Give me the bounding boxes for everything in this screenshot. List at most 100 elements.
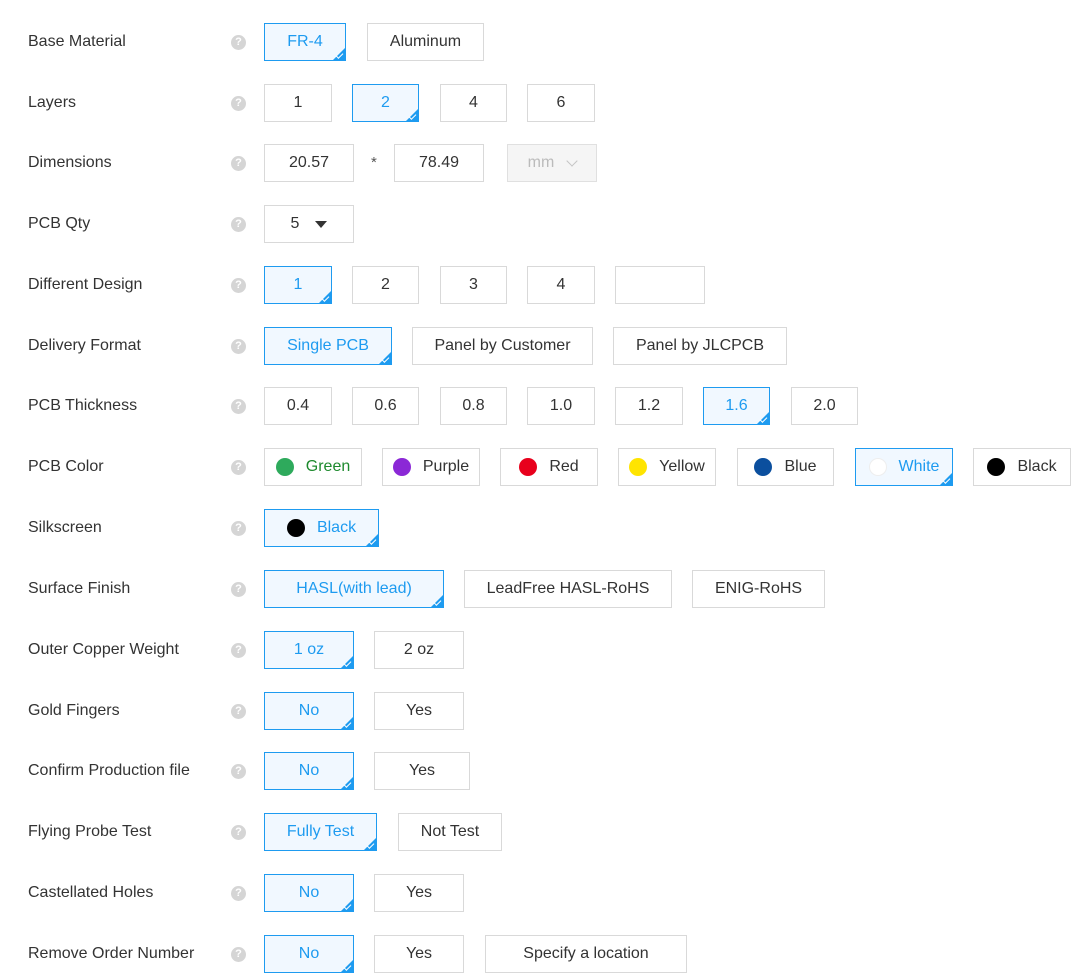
confirm-production-file-option-no[interactable]: No: [264, 752, 354, 790]
layers-option-1[interactable]: 1: [264, 84, 332, 122]
pcb-thickness-option-1-6[interactable]: 1.6: [703, 387, 770, 425]
row-pcb-color: PCB Color ? Green Purple Red Yellow Blue…: [0, 447, 1089, 487]
different-design-option-3[interactable]: 3: [440, 266, 507, 304]
pcb-thickness-label: PCB Thickness: [28, 397, 138, 414]
help-icon[interactable]: ?: [231, 399, 246, 414]
different-design-option-2[interactable]: 2: [352, 266, 419, 304]
pcb-color-option-purple[interactable]: Purple: [382, 448, 480, 486]
row-confirm-production-file: Confirm Production file ? No Yes: [0, 751, 1089, 791]
help-icon[interactable]: ?: [231, 156, 246, 171]
pcb-color-option-yellow[interactable]: Yellow: [618, 448, 716, 486]
help-icon[interactable]: ?: [231, 704, 246, 719]
gold-fingers-label: Gold Fingers: [28, 702, 120, 719]
pcb-color-yellow-label: Yellow: [659, 458, 705, 475]
caret-down-icon: [315, 220, 328, 228]
pcb-qty-select[interactable]: 5: [264, 205, 354, 243]
delivery-format-option-panel-by-customer[interactable]: Panel by Customer: [412, 327, 593, 365]
outer-copper-weight-option-2oz[interactable]: 2 oz: [374, 631, 464, 669]
dimension-unit-value: mm: [527, 154, 555, 171]
layers-option-6[interactable]: 6: [527, 84, 595, 122]
dimension-height-input[interactable]: 78.49: [394, 144, 484, 182]
gold-fingers-option-no[interactable]: No: [264, 692, 354, 730]
pcb-thickness-option-0-6[interactable]: 0.6: [352, 387, 419, 425]
dimension-unit-select[interactable]: mm: [507, 144, 597, 182]
layers-option-4[interactable]: 4: [440, 84, 507, 122]
pcb-thickness-option-1-2[interactable]: 1.2: [615, 387, 683, 425]
help-icon[interactable]: ?: [231, 460, 246, 475]
row-delivery-format: Delivery Format ? Single PCB Panel by Cu…: [0, 326, 1089, 366]
layers-option-2[interactable]: 2: [352, 84, 419, 122]
pcb-thickness-option-0-4[interactable]: 0.4: [264, 387, 332, 425]
pcb-color-red-label: Red: [549, 458, 579, 475]
pcb-color-option-blue[interactable]: Blue: [737, 448, 834, 486]
row-flying-probe-test: Flying Probe Test ? Fully Test Not Test: [0, 812, 1089, 852]
outer-copper-weight-option-1oz[interactable]: 1 oz: [264, 631, 354, 669]
pcb-color-option-black[interactable]: Black: [973, 448, 1071, 486]
help-icon[interactable]: ?: [231, 96, 246, 111]
dimensions-label: Dimensions: [28, 154, 112, 171]
layers-label: Layers: [28, 94, 77, 111]
pcb-color-option-green[interactable]: Green: [264, 448, 362, 486]
pcb-color-green-label: Green: [305, 458, 351, 475]
flying-probe-test-option-fully-test[interactable]: Fully Test: [264, 813, 377, 851]
dimension-width-input[interactable]: 20.57: [264, 144, 354, 182]
castellated-holes-label: Castellated Holes: [28, 884, 154, 901]
surface-finish-option-enig[interactable]: ENIG-RoHS: [692, 570, 825, 608]
confirm-production-file-label: Confirm Production file: [28, 762, 190, 779]
help-icon[interactable]: ?: [231, 764, 246, 779]
castellated-holes-option-no[interactable]: No: [264, 874, 354, 912]
silkscreen-option-black[interactable]: Black: [264, 509, 379, 547]
surface-finish-option-hasl-with-lead[interactable]: HASL(with lead): [264, 570, 444, 608]
base-material-option-fr4[interactable]: FR-4: [264, 23, 346, 61]
pcb-thickness-option-2-0[interactable]: 2.0: [791, 387, 858, 425]
color-swatch-green: [275, 458, 294, 476]
color-swatch-purple: [392, 458, 411, 476]
help-icon[interactable]: ?: [231, 217, 246, 232]
row-surface-finish: Surface Finish ? HASL(with lead) LeadFre…: [0, 569, 1089, 609]
castellated-holes-option-yes[interactable]: Yes: [374, 874, 464, 912]
pcb-thickness-option-1-0[interactable]: 1.0: [527, 387, 595, 425]
pcb-color-option-red[interactable]: Red: [500, 448, 598, 486]
different-design-custom-input[interactable]: [615, 266, 705, 304]
row-gold-fingers: Gold Fingers ? No Yes: [0, 691, 1089, 731]
pcb-color-black-label: Black: [1017, 458, 1057, 475]
help-icon[interactable]: ?: [231, 582, 246, 597]
pcb-thickness-option-0-8[interactable]: 0.8: [440, 387, 507, 425]
row-layers: Layers ? 1 2 4 6: [0, 83, 1089, 123]
remove-order-number-option-yes[interactable]: Yes: [374, 935, 464, 973]
color-swatch-red: [519, 458, 538, 476]
help-icon[interactable]: ?: [231, 339, 246, 354]
color-swatch-yellow: [629, 458, 648, 476]
remove-order-number-label: Remove Order Number: [28, 945, 195, 962]
help-icon[interactable]: ?: [231, 278, 246, 293]
different-design-option-4[interactable]: 4: [527, 266, 595, 304]
outer-copper-weight-label: Outer Copper Weight: [28, 641, 179, 658]
delivery-format-option-panel-by-jlcpcb[interactable]: Panel by JLCPCB: [613, 327, 787, 365]
gold-fingers-option-yes[interactable]: Yes: [374, 692, 464, 730]
different-design-option-1[interactable]: 1: [264, 266, 332, 304]
pcb-qty-value: 5: [290, 215, 300, 232]
help-icon[interactable]: ?: [231, 35, 246, 50]
help-icon[interactable]: ?: [231, 643, 246, 658]
confirm-production-file-option-yes[interactable]: Yes: [374, 752, 470, 790]
chevron-down-icon: [566, 154, 578, 167]
help-icon[interactable]: ?: [231, 886, 246, 901]
help-icon[interactable]: ?: [231, 947, 246, 962]
color-swatch-blue: [754, 458, 773, 476]
base-material-option-aluminum[interactable]: Aluminum: [367, 23, 484, 61]
help-icon[interactable]: ?: [231, 825, 246, 840]
row-silkscreen: Silkscreen ? Black: [0, 508, 1089, 548]
remove-order-number-option-no[interactable]: No: [264, 935, 354, 973]
silkscreen-label: Silkscreen: [28, 519, 102, 536]
dimension-separator: *: [371, 154, 377, 171]
color-swatch-black: [987, 458, 1006, 476]
delivery-format-option-single-pcb[interactable]: Single PCB: [264, 327, 392, 365]
help-icon[interactable]: ?: [231, 521, 246, 536]
pcb-color-option-white[interactable]: White: [855, 448, 953, 486]
flying-probe-test-option-not-test[interactable]: Not Test: [398, 813, 502, 851]
pcb-color-blue-label: Blue: [784, 458, 817, 475]
surface-finish-option-leadfree-hasl[interactable]: LeadFree HASL-RoHS: [464, 570, 672, 608]
flying-probe-test-label: Flying Probe Test: [28, 823, 152, 840]
row-remove-order-number: Remove Order Number ? No Yes Specify a l…: [0, 934, 1089, 974]
remove-order-number-option-specify-location[interactable]: Specify a location: [485, 935, 687, 973]
